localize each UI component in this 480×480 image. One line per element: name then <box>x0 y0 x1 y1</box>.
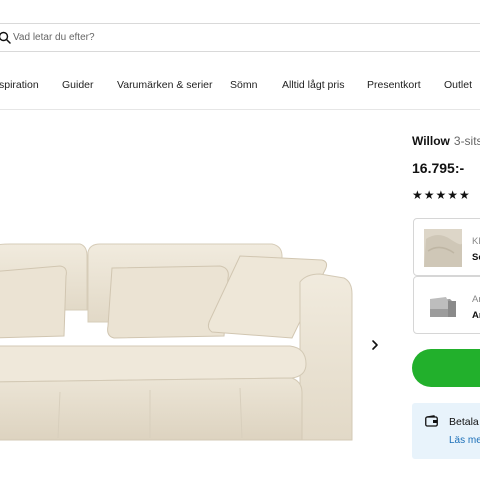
nav-item-alltid-lagt-pris[interactable]: Alltid lågt pris <box>282 79 344 91</box>
main-nav: spiration Guider Varumärken & serier Söm… <box>0 79 480 93</box>
nav-item-inspiration[interactable]: spiration <box>0 79 39 91</box>
wallet-icon <box>425 415 438 427</box>
nav-item-outlet[interactable]: Outlet <box>444 79 472 91</box>
option-value: Sc <box>472 252 480 263</box>
arm-model-thumbnail <box>424 287 462 325</box>
search-placeholder: Vad letar du efter? <box>13 32 95 43</box>
add-to-cart-button[interactable] <box>412 349 480 387</box>
search-icon <box>0 31 11 44</box>
nav-item-guider[interactable]: Guider <box>62 79 94 91</box>
fabric-swatch-thumbnail <box>424 229 462 267</box>
payment-info-box: Betala Läs me <box>412 403 480 459</box>
product-gallery[interactable] <box>0 110 400 450</box>
product-name: Willow <box>412 134 450 148</box>
fabric-option-card[interactable]: Kl Sc <box>413 218 480 276</box>
option-label: Ar <box>472 294 480 305</box>
nav-item-somn[interactable]: Sömn <box>230 79 257 91</box>
payment-read-more-link[interactable]: Läs me <box>449 435 480 446</box>
nav-item-presentkort[interactable]: Presentkort <box>367 79 421 91</box>
option-value: Ar <box>472 310 480 321</box>
chevron-right-icon[interactable] <box>369 337 381 353</box>
product-subtitle: 3-sits <box>453 134 480 148</box>
rating-stars[interactable]: ★★★★★ <box>412 188 471 202</box>
sofa-image <box>0 243 353 441</box>
payment-title: Betala <box>449 416 479 428</box>
arm-option-card[interactable]: Ar Ar <box>413 276 480 334</box>
product-price: 16.795:- <box>412 160 465 176</box>
search-input[interactable]: Vad letar du efter? <box>0 23 480 52</box>
nav-item-varumarken[interactable]: Varumärken & serier <box>117 79 213 91</box>
option-label: Kl <box>472 236 480 247</box>
product-title: Willow 3-sits <box>412 134 480 148</box>
